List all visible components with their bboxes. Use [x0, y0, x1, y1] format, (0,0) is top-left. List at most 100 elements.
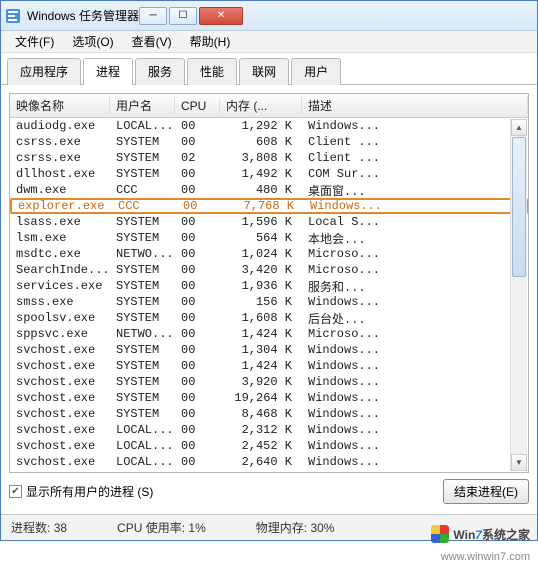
cell-name: dllhost.exe	[10, 167, 110, 181]
cell-mem: 1,936 K	[220, 279, 302, 293]
cell-mem: 3,808 K	[220, 151, 302, 165]
table-row[interactable]: svchost.exeSYSTEM003,920 KWindows...	[10, 374, 528, 390]
show-all-users-checkbox[interactable]: ✔ 显示所有用户的进程 (S)	[9, 483, 153, 500]
cell-desc: Windows...	[302, 119, 528, 133]
table-row[interactable]: svchost.exeSYSTEM001,424 KWindows...	[10, 358, 528, 374]
cell-desc: Windows...	[302, 439, 528, 453]
table-row[interactable]: lsm.exeSYSTEM00564 K本地会...	[10, 230, 528, 246]
watermark-url: www.winwin7.com	[441, 551, 530, 563]
maximize-button[interactable]: ☐	[169, 7, 197, 25]
table-row[interactable]: SearchInde...SYSTEM003,420 KMicroso...	[10, 262, 528, 278]
status-cpu-usage: CPU 使用率: 1%	[117, 519, 206, 536]
tab-performance[interactable]: 性能	[187, 58, 237, 85]
cell-name: SearchInde...	[10, 263, 110, 277]
cell-cpu: 00	[175, 263, 220, 277]
cell-name: csrss.exe	[10, 135, 110, 149]
vertical-scrollbar[interactable]: ▲ ▼	[510, 119, 527, 471]
status-process-count: 进程数: 38	[11, 519, 67, 536]
col-memory[interactable]: 内存 (...	[220, 97, 302, 114]
table-row[interactable]: svchost.exeSYSTEM001,304 KWindows...	[10, 342, 528, 358]
table-row[interactable]: svchost.exeSYSTEM008,468 KWindows...	[10, 406, 528, 422]
col-user-name[interactable]: 用户名	[110, 97, 175, 114]
cell-user: SYSTEM	[110, 311, 175, 325]
table-row[interactable]: dwm.exeCCC00480 K桌面窗...	[10, 182, 528, 198]
menu-help[interactable]: 帮助(H)	[182, 31, 239, 52]
scroll-up-button[interactable]: ▲	[511, 119, 527, 136]
table-row[interactable]: svchost.exeLOCAL...002,452 KWindows...	[10, 438, 528, 454]
cell-name: csrss.exe	[10, 151, 110, 165]
cell-user: NETWO...	[110, 247, 175, 261]
cell-mem: 3,920 K	[220, 375, 302, 389]
cell-mem: 7,768 K	[222, 199, 304, 213]
col-image-name[interactable]: 映像名称	[10, 97, 110, 114]
cell-desc: Windows...	[302, 359, 528, 373]
cell-mem: 564 K	[220, 231, 302, 245]
table-row[interactable]: explorer.exeCCC007,768 KWindows...	[10, 198, 528, 214]
cell-mem: 8,468 K	[220, 407, 302, 421]
table-row[interactable]: msdtc.exeNETWO...001,024 KMicroso...	[10, 246, 528, 262]
tab-users[interactable]: 用户	[291, 58, 341, 85]
scroll-down-button[interactable]: ▼	[511, 454, 527, 471]
menu-file[interactable]: 文件(F)	[7, 31, 62, 52]
cell-user: LOCAL...	[110, 471, 175, 472]
close-button[interactable]: ✕	[199, 7, 243, 25]
cell-mem: 19,264 K	[220, 391, 302, 405]
cell-name: svchost.exe	[10, 343, 110, 357]
cell-user: CCC	[112, 199, 177, 213]
cell-name: svchost.exe	[10, 455, 110, 469]
cell-user: SYSTEM	[110, 407, 175, 421]
tab-services[interactable]: 服务	[135, 58, 185, 85]
menu-options[interactable]: 选项(O)	[64, 31, 121, 52]
cell-desc: Local S...	[302, 215, 528, 229]
cell-cpu: 00	[175, 455, 220, 469]
checkbox-icon[interactable]: ✔	[9, 485, 22, 498]
table-row[interactable]: csrss.exeSYSTEM00608 KClient ...	[10, 134, 528, 150]
col-description[interactable]: 描述	[302, 97, 528, 114]
table-row[interactable]: lsass.exeSYSTEM001,596 KLocal S...	[10, 214, 528, 230]
statusbar: 进程数: 38 CPU 使用率: 1% 物理内存: 30%	[1, 514, 537, 540]
cell-desc: Windows...	[302, 455, 528, 469]
tab-networking[interactable]: 联网	[239, 58, 289, 85]
table-row[interactable]: spoolsv.exeSYSTEM001,608 K后台处...	[10, 310, 528, 326]
cell-name: smss.exe	[10, 295, 110, 309]
scroll-thumb[interactable]	[512, 137, 526, 277]
cell-cpu: 00	[175, 119, 220, 133]
table-row[interactable]: audiodg.exeLOCAL...001,292 KWindows...	[10, 118, 528, 134]
table-row[interactable]: sppsvc.exeNETWO...001,424 KMicroso...	[10, 326, 528, 342]
show-all-users-label: 显示所有用户的进程 (S)	[26, 483, 153, 500]
cell-mem: 3,420 K	[220, 263, 302, 277]
cell-cpu: 00	[175, 359, 220, 373]
table-row[interactable]: smss.exeSYSTEM00156 KWindows...	[10, 294, 528, 310]
cell-user: SYSTEM	[110, 359, 175, 373]
tab-processes[interactable]: 进程	[83, 58, 133, 85]
table-row[interactable]: csrss.exeSYSTEM023,808 KClient ...	[10, 150, 528, 166]
table-row[interactable]: svchost.exeSYSTEM0019,264 KWindows...	[10, 390, 528, 406]
cell-mem: 1,608 K	[220, 311, 302, 325]
end-process-button[interactable]: 结束进程(E)	[443, 479, 529, 504]
table-body[interactable]: audiodg.exeLOCAL...001,292 KWindows...cs…	[10, 118, 528, 472]
tabstrip: 应用程序 进程 服务 性能 联网 用户	[1, 53, 537, 85]
cell-user: SYSTEM	[110, 343, 175, 357]
table-header[interactable]: 映像名称 用户名 CPU 内存 (... 描述	[10, 94, 528, 118]
cell-user: LOCAL...	[110, 423, 175, 437]
table-row[interactable]: services.exeSYSTEM001,936 K服务和...	[10, 278, 528, 294]
col-cpu[interactable]: CPU	[175, 99, 220, 113]
cell-mem: 1,492 K	[220, 167, 302, 181]
cell-user: SYSTEM	[110, 375, 175, 389]
titlebar[interactable]: Windows 任务管理器 ─ ☐ ✕	[1, 1, 537, 31]
task-manager-window: Windows 任务管理器 ─ ☐ ✕ 文件(F) 选项(O) 查看(V) 帮助…	[0, 0, 538, 541]
table-row[interactable]: svchost.exeLOCAL...002,312 KWindows...	[10, 422, 528, 438]
cell-name: msdtc.exe	[10, 247, 110, 261]
cell-cpu: 00	[175, 167, 220, 181]
menu-view[interactable]: 查看(V)	[124, 31, 180, 52]
cell-mem: 1,304 K	[220, 343, 302, 357]
tab-applications[interactable]: 应用程序	[7, 58, 81, 85]
table-row[interactable]: dllhost.exeSYSTEM001,492 KCOM Sur...	[10, 166, 528, 182]
cell-desc: Microso...	[302, 327, 528, 341]
cell-user: SYSTEM	[110, 263, 175, 277]
cell-name: lsm.exe	[10, 231, 110, 245]
table-row[interactable]: svchost.exeLOCAL...002,640 KWindows...	[10, 454, 528, 470]
minimize-button[interactable]: ─	[139, 7, 167, 25]
cell-mem: 156 K	[220, 295, 302, 309]
table-row[interactable]: svchost.exeLOCAL...001,064 KWindows...	[10, 470, 528, 472]
